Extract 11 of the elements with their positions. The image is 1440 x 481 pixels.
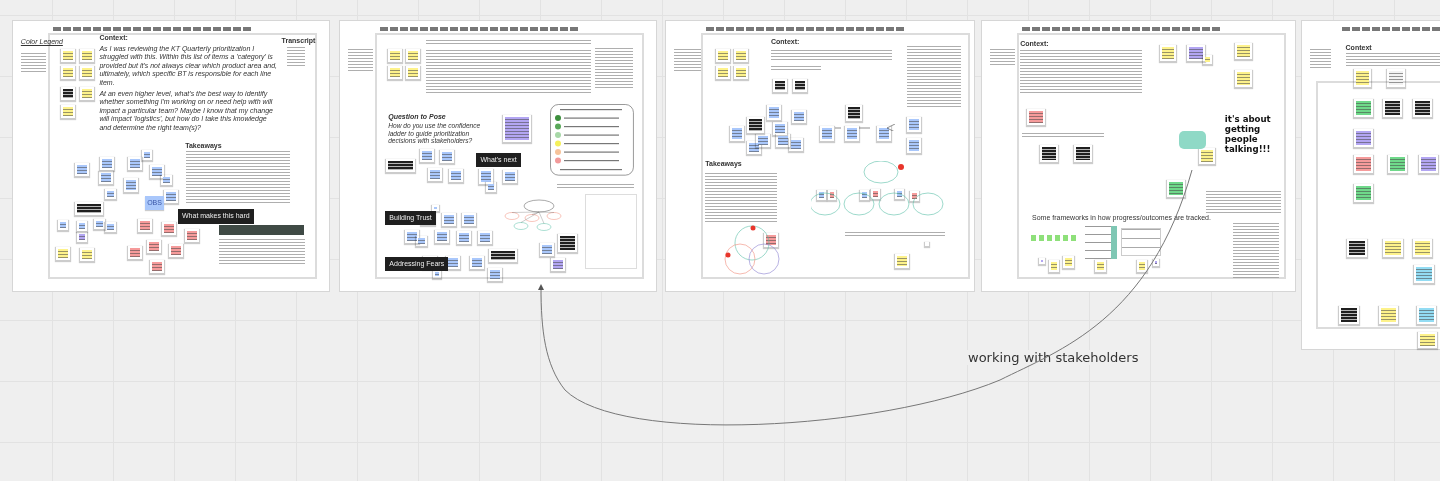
text-lines [989, 47, 1015, 67]
text-lines [705, 171, 777, 225]
text-lines [20, 51, 46, 75]
framework-table [1084, 226, 1118, 260]
connector-label: working with stakeholders [966, 350, 1141, 365]
text-lines [347, 47, 373, 72]
callout-text: it's about getting people talking!!! [1224, 115, 1272, 155]
rounded-note [1179, 131, 1206, 150]
text-lines [673, 47, 701, 72]
framework-table [1121, 227, 1161, 256]
venn-diagram-drawing [722, 222, 783, 276]
